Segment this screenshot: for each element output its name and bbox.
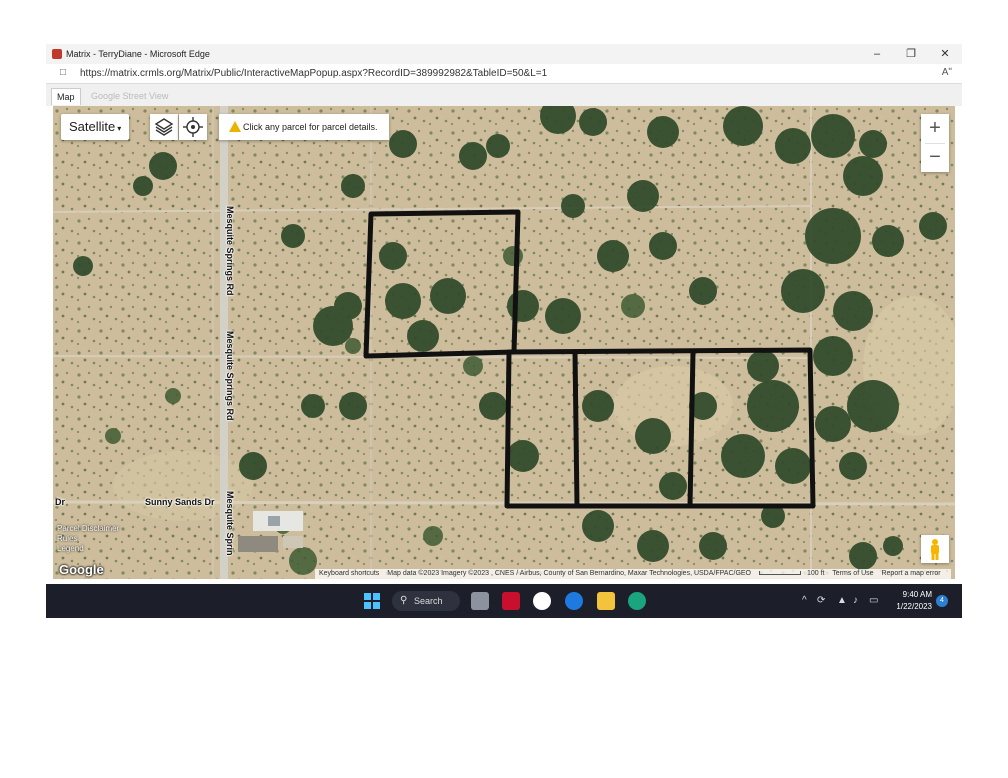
layers-icon (154, 118, 174, 136)
tab-google-street-view[interactable]: Google Street View (86, 88, 173, 104)
warning-icon (229, 121, 241, 132)
zoom-controls: + − (921, 114, 949, 172)
matrix-app-icon (52, 49, 62, 59)
zoom-divider (925, 143, 945, 144)
terms-of-use-link[interactable]: Terms of Use (832, 570, 873, 577)
scale-bar[interactable] (758, 571, 801, 576)
rules-link[interactable]: Rules (57, 534, 119, 544)
map-type-label: Satellite (69, 119, 116, 134)
satellite-map[interactable]: Satellite ▾ Click any parcel for parcel d… (53, 106, 955, 579)
edge-icon[interactable] (628, 592, 646, 610)
minimize-button[interactable]: – (862, 46, 892, 62)
clock[interactable]: 9:40 AM 1/22/2023 (896, 589, 932, 613)
github-icon[interactable] (533, 592, 551, 610)
taskbar-search-label: Search (414, 596, 443, 606)
google-logo: Google (59, 562, 104, 577)
road-label-dr: Dr (55, 497, 66, 507)
volume-icon[interactable]: ♪ (853, 595, 858, 606)
sync-icon[interactable]: ⟳ (817, 595, 825, 606)
satellite-imagery (53, 106, 955, 579)
chevron-up-icon[interactable]: ^ (802, 595, 807, 606)
close-button[interactable]: ✕ (930, 46, 960, 62)
map-data-text: Map data ©2023 Imagery ©2023 , CNES / Ai… (387, 570, 751, 577)
zoom-in-button[interactable]: + (921, 114, 949, 143)
keyboard-shortcuts-link[interactable]: Keyboard shortcuts (319, 570, 379, 577)
windows-icon[interactable] (363, 592, 381, 610)
lock-icon[interactable]: □ (60, 67, 70, 79)
taskbar-search[interactable]: ⚲ Search (392, 591, 460, 611)
crosshair-icon (183, 117, 203, 137)
title-bar: Matrix - TerryDiane - Microsoft Edge – ❐… (46, 44, 962, 64)
search-icon: ⚲ (400, 595, 408, 606)
scale-label: 100 ft (806, 570, 825, 577)
file-explorer-icon[interactable] (597, 592, 615, 610)
windows-taskbar: ⚲ Search ^ ⟳ ▲ ♪ ▭ 9:40 AM 1/22/2023 4 (46, 584, 962, 618)
street-view-pegman[interactable] (921, 535, 949, 563)
clock-time: 9:40 AM (902, 590, 932, 599)
notification-badge[interactable]: 4 (936, 595, 948, 607)
tab-map[interactable]: Map (51, 88, 81, 105)
map-type-dropdown[interactable]: Satellite ▾ (61, 114, 129, 140)
address-bar: □ https://matrix.crmls.org/Matrix/Public… (46, 64, 962, 84)
report-map-error-link[interactable]: Report a map error (881, 570, 940, 577)
layers-button[interactable] (150, 114, 178, 140)
parcel-links: Parcel Disclaimer Rules Legend (57, 524, 119, 554)
road-label-mesquite-south: Mesquite Sprin (225, 491, 235, 556)
task-view-icon[interactable] (471, 592, 489, 610)
url-field[interactable]: https://matrix.crmls.org/Matrix/Public/I… (80, 68, 547, 79)
restore-button[interactable]: ❐ (896, 46, 926, 62)
map-attribution: Keyboard shortcuts Map data ©2023 Imager… (315, 569, 951, 579)
road-label-sunny-sands: Sunny Sands Dr (145, 497, 215, 507)
browser-window: Matrix - TerryDiane - Microsoft Edge – ❐… (46, 44, 962, 618)
zoom-out-button[interactable]: − (921, 143, 949, 172)
parcel-disclaimer-link[interactable]: Parcel Disclaimer (57, 524, 119, 534)
map-tabs: Map Google Street View (46, 84, 962, 106)
read-aloud-icon[interactable]: Aʺ (942, 67, 952, 78)
pegman-icon (931, 539, 939, 560)
mcafee-icon[interactable] (502, 592, 520, 610)
legend-link[interactable]: Legend (57, 544, 119, 554)
clock-date: 1/22/2023 (896, 602, 932, 611)
my-location-button[interactable] (179, 114, 207, 140)
chevron-down-icon: ▾ (117, 124, 122, 133)
battery-icon[interactable]: ▭ (869, 595, 878, 606)
help-icon[interactable] (565, 592, 583, 610)
window-title: Matrix - TerryDiane - Microsoft Edge (66, 49, 210, 59)
wifi-icon[interactable]: ▲ (837, 595, 847, 606)
parcel-notice: Click any parcel for parcel details. (219, 114, 389, 140)
road-label-mesquite-mid: Mesquite Springs Rd (225, 331, 235, 421)
road-label-mesquite-north: Mesquite Springs Rd (225, 206, 235, 296)
parcel-notice-text: Click any parcel for parcel details. (243, 122, 378, 132)
